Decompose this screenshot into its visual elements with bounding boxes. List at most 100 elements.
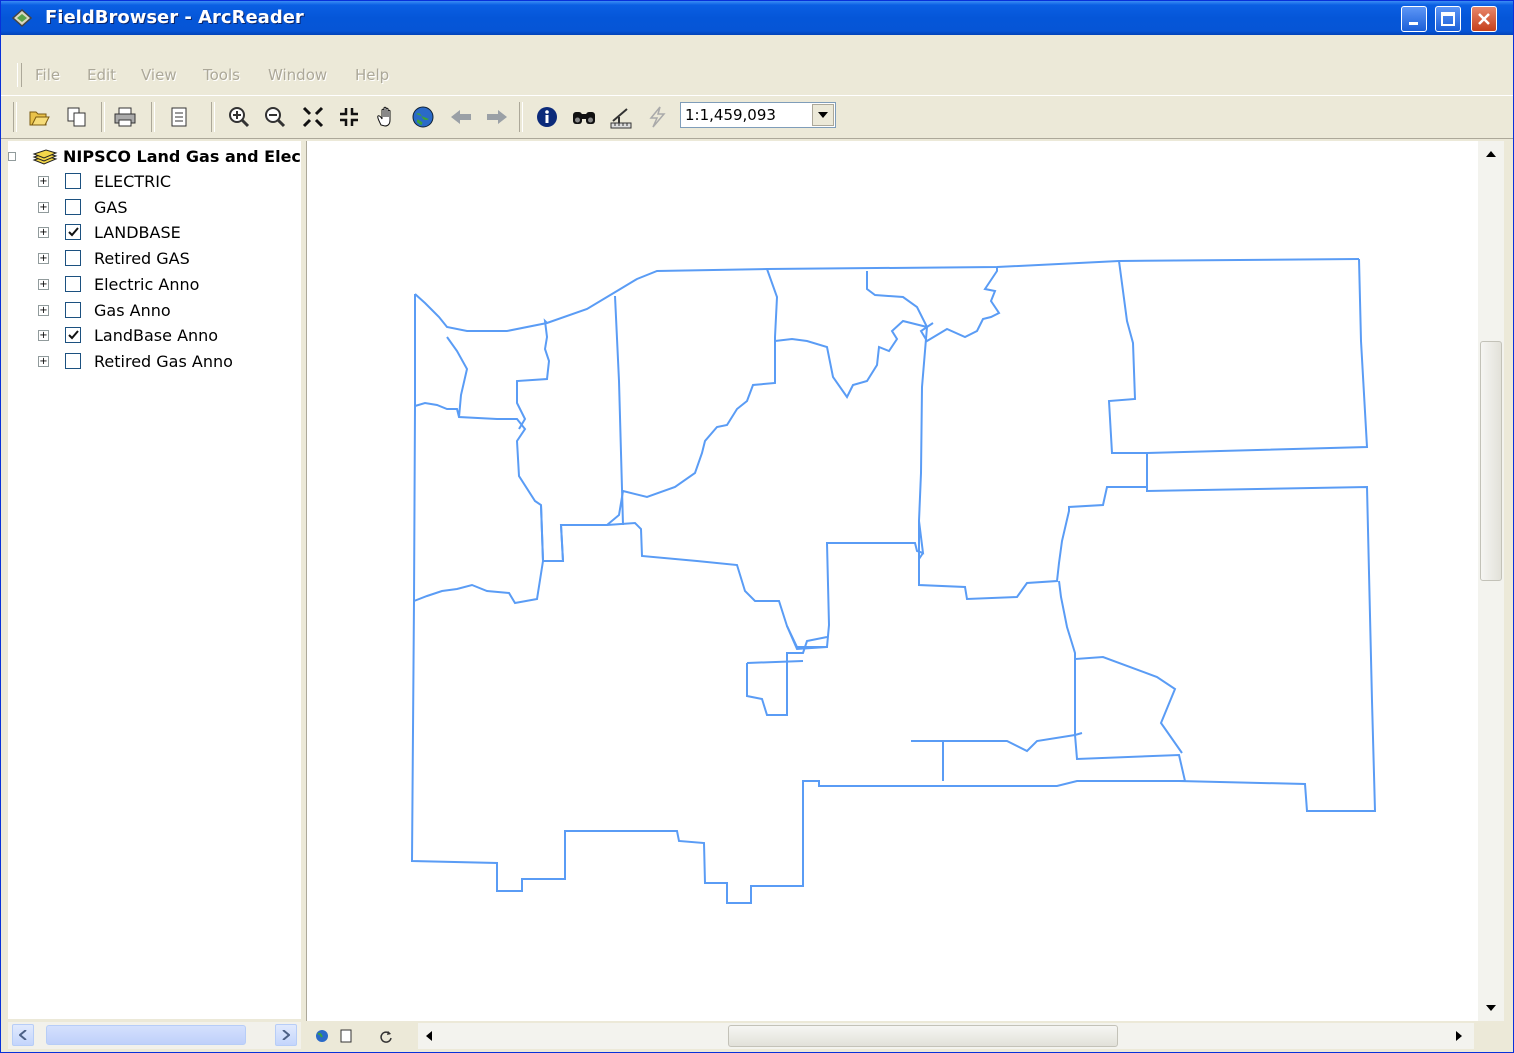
county-boundary xyxy=(614,295,624,526)
menubar-grip[interactable] xyxy=(17,63,22,87)
pan-icon[interactable] xyxy=(375,105,399,129)
expand-icon[interactable]: + xyxy=(38,355,49,367)
menu-edit[interactable]: Edit xyxy=(87,66,116,84)
layer-label[interactable]: Retired GAS xyxy=(94,249,190,268)
layer-row[interactable]: + LANDBASE xyxy=(8,222,298,246)
map-view[interactable] xyxy=(306,141,1479,1021)
data-frame-label[interactable]: NIPSCO Land Gas and Elec xyxy=(63,147,301,166)
map-vertical-scrollbar[interactable] xyxy=(1478,141,1504,1021)
open-icon[interactable] xyxy=(27,105,51,129)
expand-icon[interactable]: + xyxy=(38,176,49,187)
back-icon[interactable] xyxy=(449,105,473,129)
scroll-right-button[interactable] xyxy=(1448,1025,1470,1047)
hyperlink-icon[interactable] xyxy=(645,105,669,129)
scale-dropdown-button[interactable] xyxy=(812,104,834,126)
identify-icon[interactable] xyxy=(535,105,559,129)
layer-visibility-checkbox[interactable] xyxy=(65,250,81,267)
refresh-button[interactable] xyxy=(376,1025,396,1047)
toolbar-grip[interactable] xyxy=(13,102,17,132)
menu-tools[interactable]: Tools xyxy=(203,66,240,84)
layer-visibility-checkbox[interactable] xyxy=(65,224,81,241)
checkmark-icon xyxy=(68,330,79,340)
menu-window[interactable]: Window xyxy=(268,66,327,84)
layer-row[interactable]: + GAS xyxy=(8,197,298,221)
toc-horizontal-scrollbar[interactable] xyxy=(8,1022,301,1049)
layer-row[interactable]: + ELECTRIC xyxy=(8,171,298,195)
expand-icon[interactable]: + xyxy=(38,278,49,290)
county-boundary xyxy=(413,504,545,605)
find-icon[interactable] xyxy=(571,105,595,129)
print-icon[interactable] xyxy=(113,105,137,129)
map-scale-value[interactable]: 1:1,459,093 xyxy=(685,106,776,124)
collapse-icon[interactable] xyxy=(8,152,16,161)
layer-visibility-checkbox[interactable] xyxy=(65,173,81,189)
layout-view-button[interactable] xyxy=(336,1025,356,1047)
page-layout-icon[interactable] xyxy=(167,105,191,129)
layer-label[interactable]: LANDBASE xyxy=(94,223,181,242)
county-boundary xyxy=(774,319,928,399)
county-boundary xyxy=(911,734,1076,753)
layer-row[interactable]: + Electric Anno xyxy=(8,274,298,298)
expand-icon[interactable]: + xyxy=(38,201,49,213)
full-extent-icon[interactable] xyxy=(411,105,435,129)
layer-row[interactable]: + Retired GAS xyxy=(8,248,298,272)
minimize-button[interactable] xyxy=(1401,6,1427,32)
map-scale-combobox[interactable]: 1:1,459,093 xyxy=(680,102,836,128)
menu-view[interactable]: View xyxy=(141,66,177,84)
layer-row[interactable]: + Gas Anno xyxy=(8,300,298,324)
checkmark-icon xyxy=(68,227,79,237)
scroll-down-button[interactable] xyxy=(1480,997,1502,1019)
scroll-left-button[interactable] xyxy=(418,1025,440,1047)
layer-row[interactable]: + Retired Gas Anno xyxy=(8,351,298,375)
layer-visibility-checkbox[interactable] xyxy=(65,301,81,318)
scroll-up-button[interactable] xyxy=(1480,143,1502,165)
zoom-out-icon[interactable] xyxy=(263,105,287,129)
toolbar-separator xyxy=(519,102,523,132)
layer-row[interactable]: + LandBase Anno xyxy=(8,325,298,349)
copy-icon[interactable] xyxy=(65,105,89,129)
layer-label[interactable]: LandBase Anno xyxy=(94,326,218,345)
expand-icon[interactable]: + xyxy=(38,227,49,239)
toc-root[interactable]: NIPSCO Land Gas and Elec xyxy=(8,145,301,167)
close-button[interactable] xyxy=(1471,6,1497,32)
scroll-thumb[interactable] xyxy=(1480,341,1502,581)
menu-file[interactable]: File xyxy=(35,66,60,84)
data-view-button[interactable] xyxy=(312,1025,332,1047)
measure-icon[interactable] xyxy=(609,105,633,129)
app-icon xyxy=(11,8,33,28)
toolbar-separator xyxy=(101,102,105,132)
layer-visibility-checkbox[interactable] xyxy=(65,275,81,292)
menu-bar: File Edit View Tools Window Help xyxy=(1,61,1513,91)
scroll-thumb[interactable] xyxy=(728,1025,1118,1047)
county-boundary xyxy=(414,268,779,562)
scroll-right-button[interactable] xyxy=(275,1024,297,1046)
chevron-down-icon xyxy=(818,112,828,118)
fixed-zoom-out-icon[interactable] xyxy=(337,105,361,129)
layer-label[interactable]: GAS xyxy=(94,198,128,217)
county-boundaries-map[interactable] xyxy=(307,141,1479,1021)
title-bar[interactable]: FieldBrowser - ArcReader xyxy=(1,1,1513,35)
chevron-up-icon xyxy=(1486,151,1496,157)
scroll-thumb[interactable] xyxy=(46,1025,246,1045)
chevron-left-icon xyxy=(19,1030,27,1040)
layer-label[interactable]: Gas Anno xyxy=(94,301,171,320)
layer-label[interactable]: Retired Gas Anno xyxy=(94,352,233,371)
forward-icon[interactable] xyxy=(485,105,509,129)
zoom-in-icon[interactable] xyxy=(227,105,251,129)
layer-visibility-checkbox[interactable] xyxy=(65,352,81,369)
fixed-zoom-in-icon[interactable] xyxy=(301,105,325,129)
globe-icon xyxy=(316,1030,328,1042)
maximize-button[interactable] xyxy=(1435,6,1461,32)
county-boundary xyxy=(543,271,929,648)
scroll-left-button[interactable] xyxy=(12,1024,34,1046)
table-of-contents: NIPSCO Land Gas and Elec + ELECTRIC + GAS + L… xyxy=(8,141,301,1019)
menu-help[interactable]: Help xyxy=(355,66,389,84)
layer-label[interactable]: Electric Anno xyxy=(94,275,199,294)
expand-icon[interactable]: + xyxy=(38,330,49,342)
layer-label[interactable]: ELECTRIC xyxy=(94,172,171,191)
map-horizontal-scrollbar[interactable] xyxy=(418,1023,1474,1049)
expand-icon[interactable]: + xyxy=(38,253,49,265)
layer-visibility-checkbox[interactable] xyxy=(65,327,81,344)
layer-visibility-checkbox[interactable] xyxy=(65,198,81,215)
expand-icon[interactable]: + xyxy=(38,304,49,316)
